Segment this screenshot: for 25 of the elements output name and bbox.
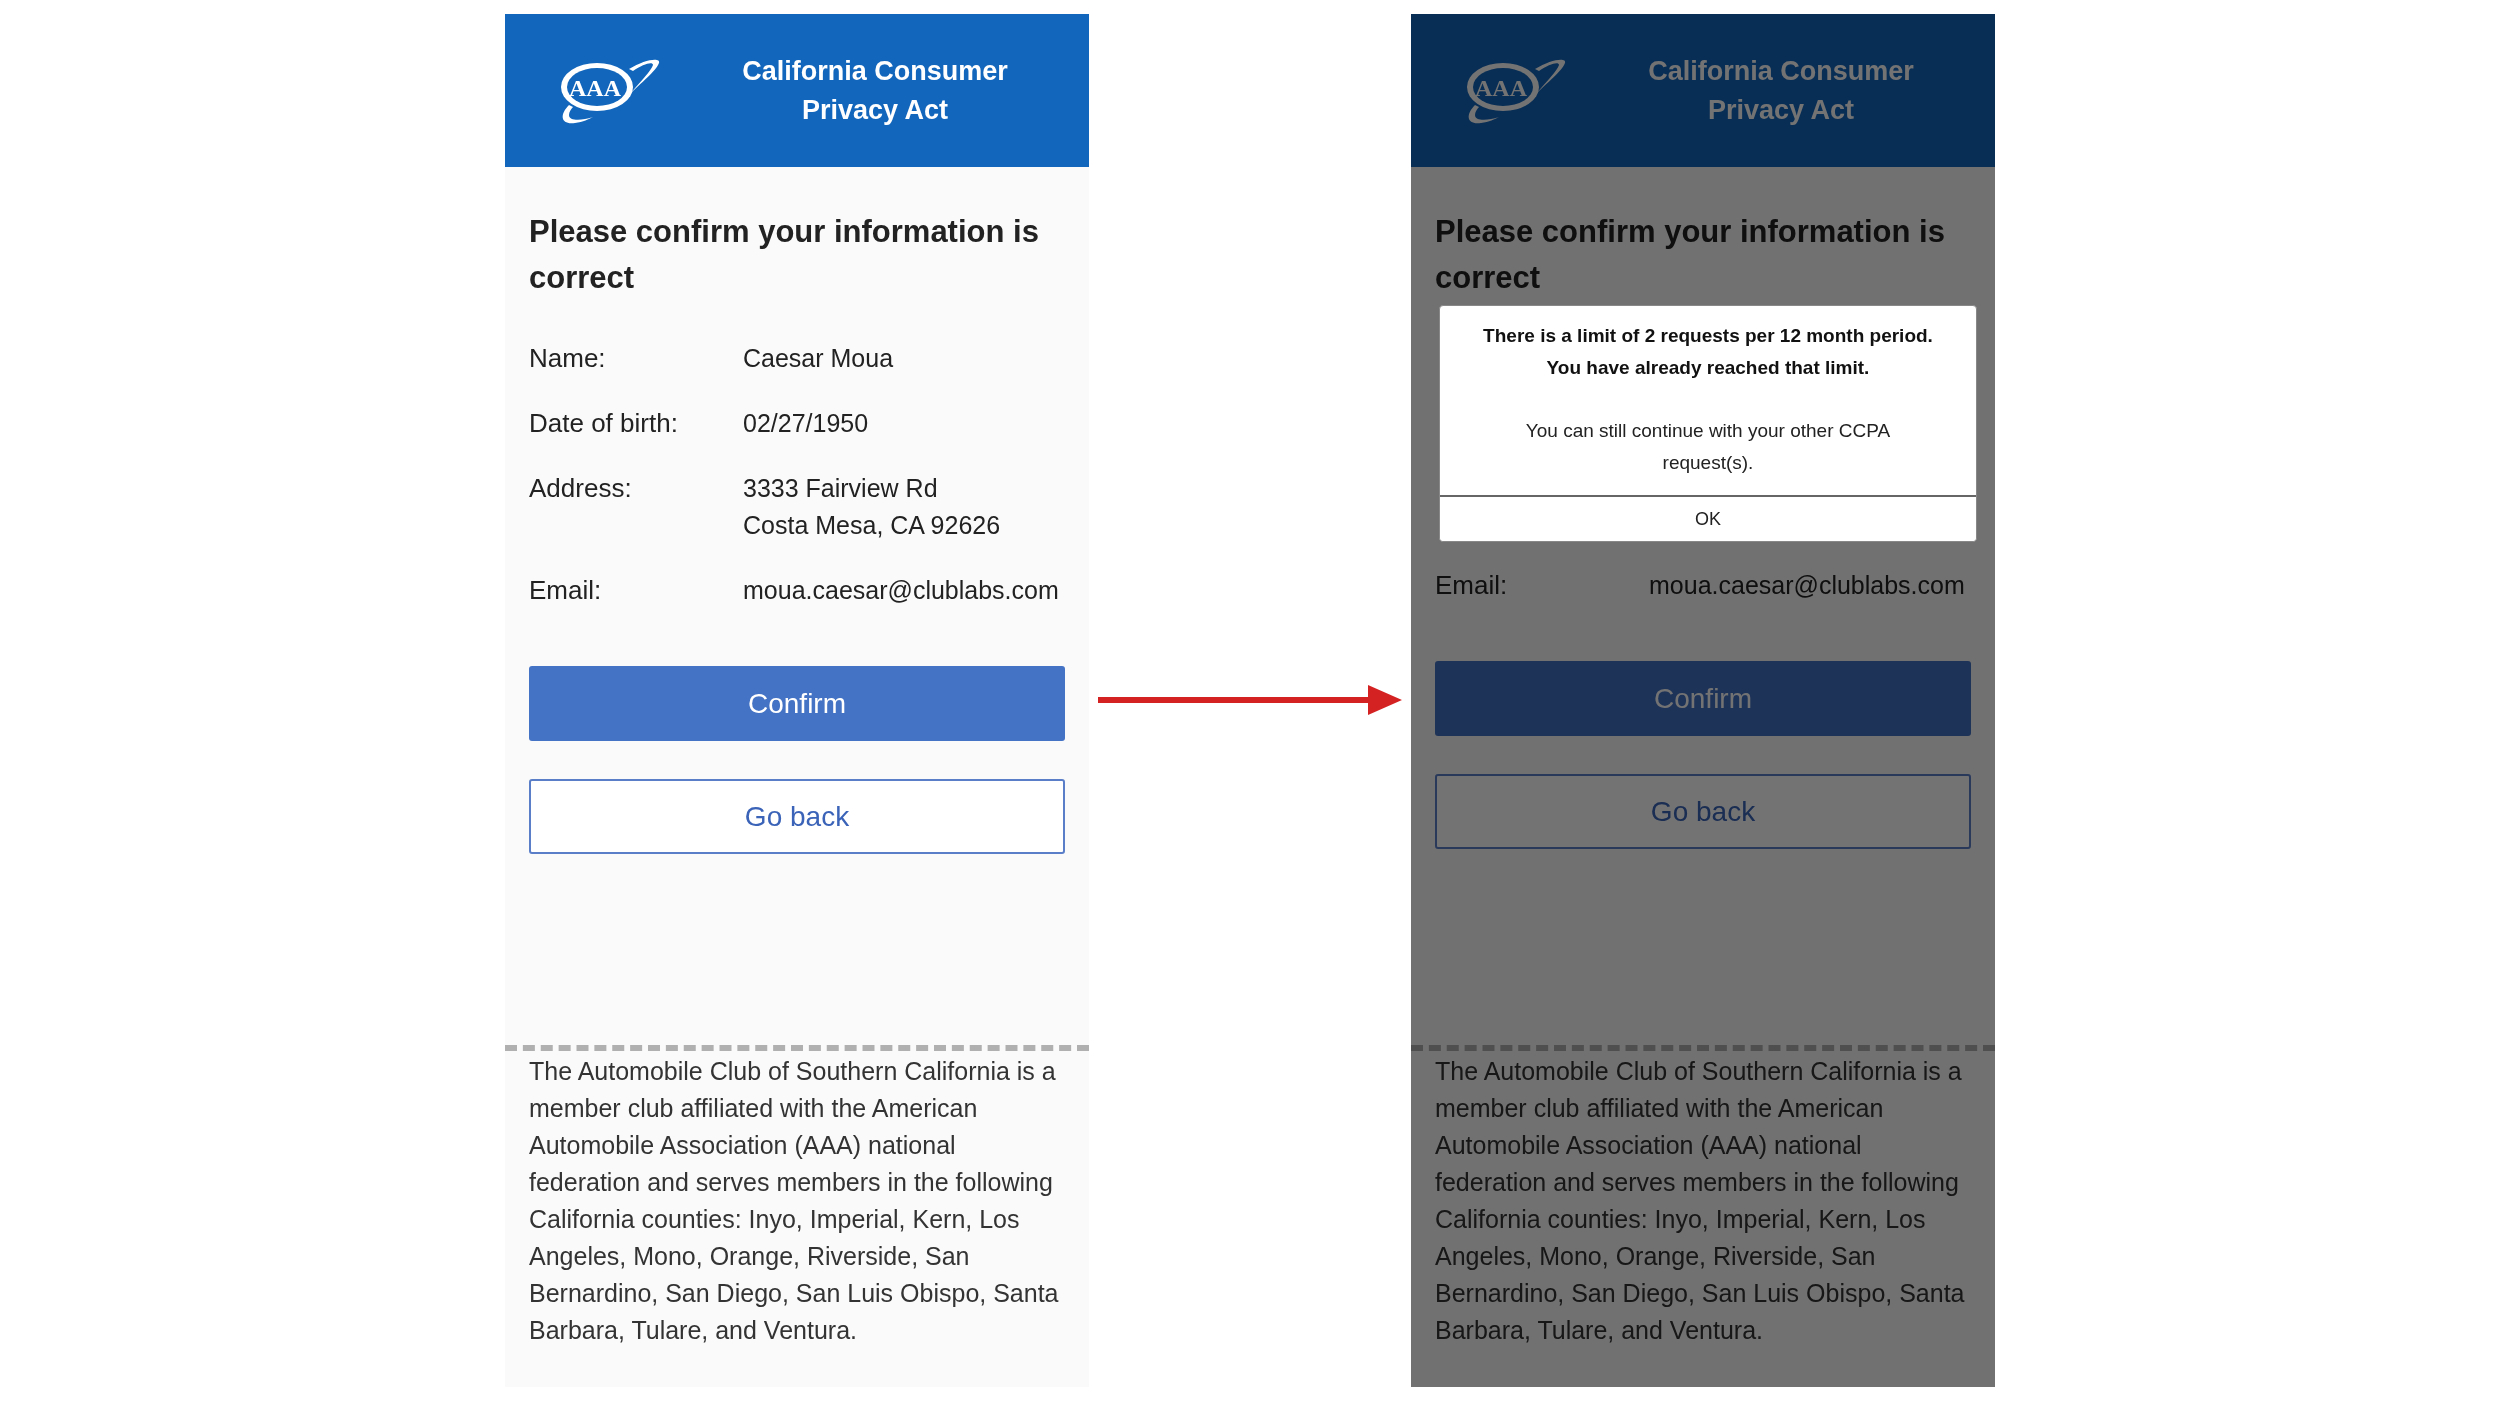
field-value: 02/27/1950 — [743, 408, 869, 439]
field-value: 3333 Fairview Rd Costa Mesa, CA 92626 — [743, 473, 1001, 541]
dialog-note: You can still continue with your other CCPA request(s). — [1524, 419, 1892, 475]
footer-text: The Automobile Club of Southern California is a member club affiliated with the American Automobile Association (AAA) national federation and serves members in the following California counties: Inyo, Imperial, Kern, Los Angeles, Mono, Orange, Riverside, San Bernardino, San Diego, San Luis Obispo, Santa Barbara, Tulare, and Ventura. — [529, 1056, 1060, 1346]
footer-text: The Automobile Club of Southern California is a member club affiliated with the American Automobile Association (AAA) national federation and serves members in the following California counties: Inyo, Imperial, Kern, Los Angeles, Mono, Orange, Riverside, San Bernardino, San Diego, San Luis Obispo, Santa Barbara, Tulare, and Ventura. — [1435, 1056, 1966, 1346]
confirm-heading: Please confirm your information is correct — [529, 213, 1040, 297]
ok-button[interactable]: OK — [1440, 495, 1976, 541]
logo: AAA — [557, 54, 661, 127]
confirm-heading: Please confirm your information is correct — [1435, 213, 1946, 297]
confirm-button[interactable]: Confirm — [1435, 661, 1971, 736]
confirm-button[interactable]: Confirm — [529, 666, 1065, 741]
page-title: California Consumer Privacy Act — [1647, 54, 1915, 127]
go-back-button[interactable]: Go back — [1435, 774, 1971, 849]
field-value: Caesar Moua — [743, 343, 894, 374]
field-value: moua.caesar@clublabs.com — [743, 575, 1059, 606]
limit-message: There is a limit of 2 requests per 12 month period. You have already reached that limit. — [1482, 324, 1934, 380]
field-label: Email: — [1435, 569, 1509, 602]
go-back-button[interactable]: Go back — [529, 779, 1065, 854]
page-title: California Consumer Privacy Act — [741, 54, 1009, 127]
field-label: Address: — [529, 472, 633, 505]
field-value: moua.caesar@clublabs.com — [1649, 570, 1965, 601]
field-label: Name: — [529, 342, 607, 375]
logo: AAA — [1463, 54, 1567, 127]
field-label: Date of birth: — [529, 407, 679, 440]
field-label: Email: — [529, 574, 603, 607]
